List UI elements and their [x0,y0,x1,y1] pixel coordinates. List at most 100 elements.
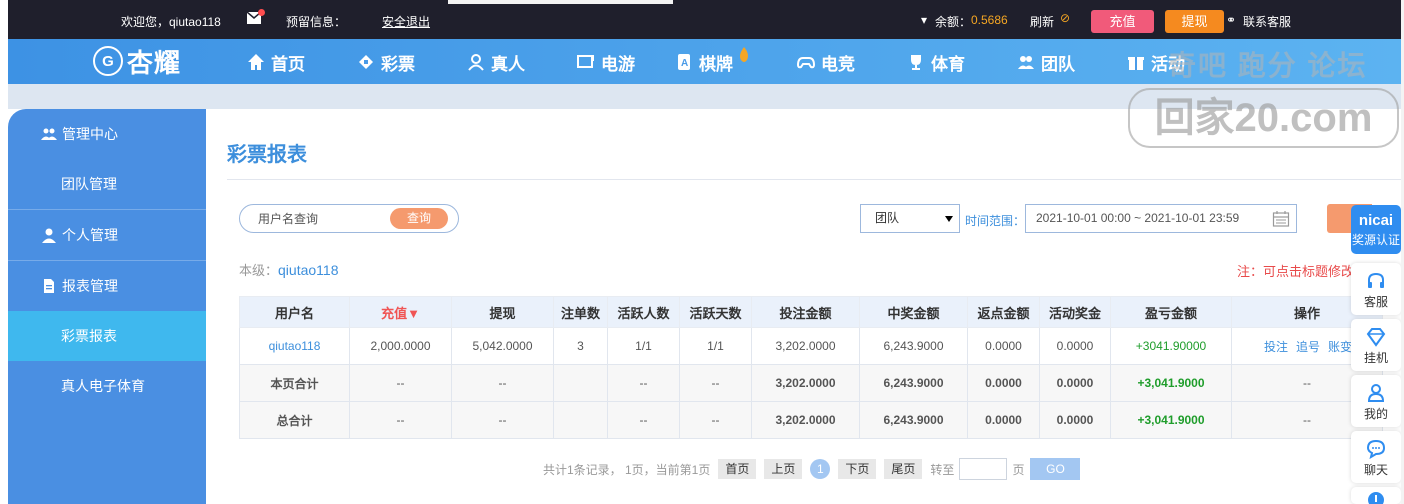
sidebar-item-management-center[interactable]: 管理中心 [8,109,206,159]
column-header[interactable]: 活跃天数 [679,296,752,328]
support-link[interactable]: 联系客服 [1243,13,1291,30]
column-header[interactable]: 投注金额 [751,296,860,328]
goto-page-input[interactable] [959,458,1008,480]
table-header-row: 用户名 充值▼ 提现 注单数 活跃人数 活跃天数 投注金额 中奖金额 返点金额 … [239,296,1383,328]
recharge-button[interactable]: 充值 [1091,10,1154,33]
table-cell: 总合计 [239,401,350,439]
float-customer-service[interactable]: 客服 [1351,263,1401,315]
arcade-icon [577,55,594,68]
nav-cards[interactable]: A 棋牌 [675,47,753,74]
sidebar: 管理中心 团队管理 个人管理 报表管理 彩票报表 真人电子体育 [8,109,206,504]
table-cell: 6,243.9000 [859,364,968,402]
sidebar-item-report-management[interactable]: 报表管理 [8,261,206,311]
table-cell: -- [451,364,554,402]
date-range-value: 2021-10-01 00:00 ~ 2021-10-01 23:59 [1036,211,1240,225]
nav-lottery[interactable]: 彩票 [357,50,415,74]
table-cell: -- [607,364,680,402]
column-header[interactable]: 活跃人数 [607,296,680,328]
sidebar-item-personal-management[interactable]: 个人管理 [8,210,206,260]
info-icon [1368,492,1384,504]
table-cell: 3,202.0000 [751,364,860,402]
refresh-label[interactable]: 刷新 [1030,13,1054,30]
sidebar-item-label: 真人电子体育 [61,378,145,394]
chase-number-link[interactable]: 追号 [1296,340,1320,354]
nicai-badge[interactable]: nicai 奖源认证 [1351,205,1401,254]
float-my-account[interactable]: 我的 [1351,375,1401,427]
column-header[interactable]: 返点金额 [967,296,1040,328]
nav-slots[interactable]: 电游 [577,50,635,74]
sidebar-item-lottery-report[interactable]: 彩票报表 [8,311,206,361]
calendar-icon[interactable] [1272,210,1290,228]
first-page-button[interactable]: 首页 [718,459,757,479]
balance-label: 余额： [935,15,972,29]
sidebar-item-label: 个人管理 [62,227,118,243]
float-item-label: 我的 [1363,407,1388,421]
table-cell: 0.0000 [967,327,1040,365]
logout-link[interactable]: 安全退出 [382,13,430,30]
next-page-button[interactable]: 下页 [838,459,877,479]
table-row-page-total: 本页合计 -- -- -- -- 3,202.0000 6,243.9000 0… [239,364,1383,402]
withdraw-button[interactable]: 提现 [1165,10,1224,33]
level-user-link[interactable]: qiutao118 [278,262,338,278]
profit-cell: +3,041.9000 [1110,364,1232,402]
column-header[interactable]: 中奖金额 [859,296,968,328]
table-cell: 0.0000 [967,401,1040,439]
date-range-input[interactable]: 2021-10-01 00:00 ~ 2021-10-01 23:59 [1025,204,1297,233]
chevron-down-icon [945,216,953,222]
scope-select[interactable]: 团队 [860,204,960,233]
table-cell: 3,202.0000 [751,401,860,439]
ticket-icon [359,55,373,69]
brand-logo[interactable]: G 杏耀 [93,44,181,79]
table-cell: 0.0000 [1039,327,1111,365]
pagination-summary: 共计1条记录， 1页，当前第1页 [543,462,711,477]
username-search-input[interactable] [258,210,398,227]
page-title: 彩票报表 [227,144,307,166]
hide-eye-icon[interactable]: ⊘ [1060,11,1070,25]
home-icon [248,54,264,70]
lottery-report-table: 用户名 充值▼ 提现 注单数 活跃人数 活跃天数 投注金额 中奖金额 返点金额 … [239,296,1383,439]
go-button[interactable]: GO [1030,458,1081,480]
table-cell: -- [451,401,554,439]
table-row-grand-total: 总合计 -- -- -- -- 3,202.0000 6,243.9000 0.… [239,401,1383,439]
nav-esports[interactable]: 电竞 [797,50,855,74]
nav-label: 团队 [1041,54,1075,74]
nav-team[interactable]: 团队 [1017,50,1075,74]
nav-sports[interactable]: 体育 [907,50,965,74]
current-page[interactable]: 1 [810,459,831,479]
sidebar-item-team-management[interactable]: 团队管理 [8,159,206,209]
last-page-button[interactable]: 尾页 [884,459,923,479]
column-header[interactable]: 活动奖金 [1039,296,1111,328]
table-cell: 1/1 [679,327,752,365]
welcome-text: 欢迎您，qiutao118 [121,15,221,29]
bet-history-link[interactable]: 投注 [1264,340,1288,354]
column-header-sorted[interactable]: 充值▼ [349,296,452,328]
team-icon [41,128,57,140]
float-info[interactable] [1351,487,1401,504]
column-header[interactable]: 盈亏金额 [1110,296,1232,328]
float-chat[interactable]: 聊天 [1351,431,1401,483]
profit-cell: +3,041.9000 [1110,401,1232,439]
table-cell: 6,243.9000 [859,327,968,365]
table-row: qiutao118 2,000.0000 5,042.0000 3 1/1 1/… [239,327,1383,365]
search-button[interactable]: 查询 [390,208,448,229]
username-cell[interactable]: qiutao118 [239,327,350,365]
balance-chevron-icon[interactable]: ▾ [921,13,927,27]
prev-page-button[interactable]: 上页 [764,459,803,479]
table-cell: -- [349,401,452,439]
account-change-link[interactable]: 账变 [1328,340,1352,354]
column-header[interactable]: 注单数 [553,296,608,328]
table-cell: 2,000.0000 [349,327,452,365]
column-header[interactable]: 提现 [451,296,554,328]
table-cell: 5,042.0000 [451,327,554,365]
table-cell: 0.0000 [967,364,1040,402]
sidebar-item-live-egame-sports[interactable]: 真人电子体育 [8,361,206,411]
column-header[interactable]: 用户名 [239,296,350,328]
balance-value: 0.5686 [971,13,1008,27]
nav-home[interactable]: 首页 [247,50,305,74]
nav-events[interactable]: 活动 [1127,50,1185,74]
profit-cell: +3041.90000 [1110,327,1232,365]
table-cell: 本页合计 [239,364,350,402]
table-cell [553,401,608,439]
float-auto-bet[interactable]: 挂机 [1351,319,1401,371]
nav-live[interactable]: 真人 [467,50,525,74]
